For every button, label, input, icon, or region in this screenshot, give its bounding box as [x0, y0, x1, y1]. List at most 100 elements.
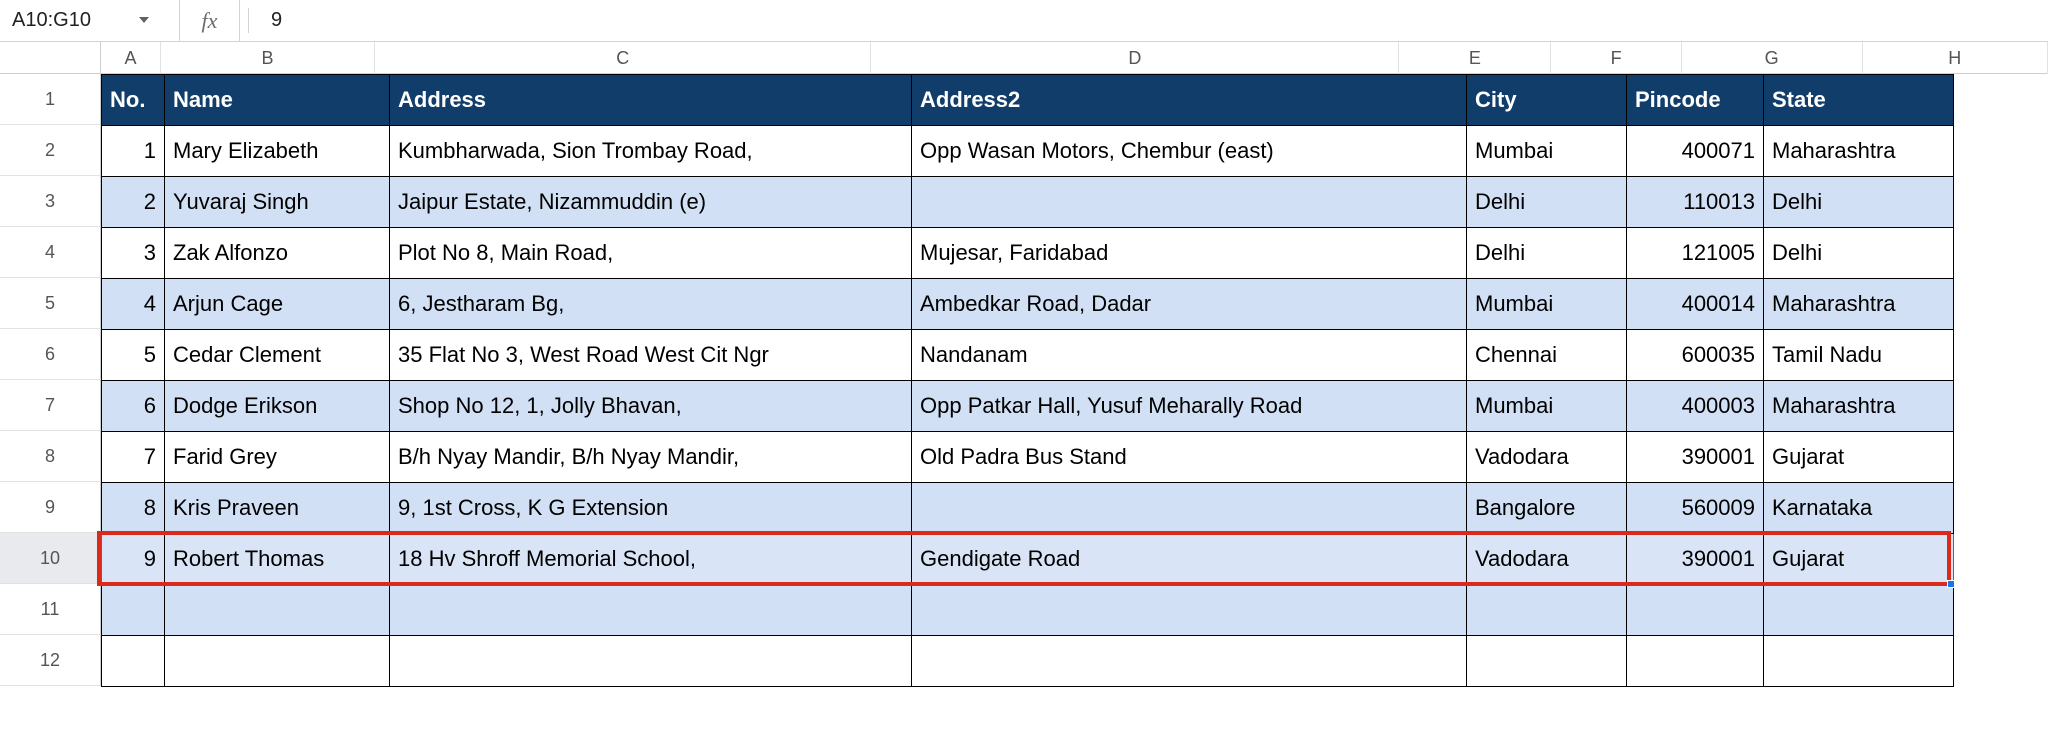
selection-handle[interactable] — [1947, 580, 1955, 588]
hdr-pincode[interactable]: Pincode — [1627, 75, 1764, 126]
cell-E12[interactable] — [1467, 636, 1627, 687]
cell-A9[interactable]: 8 — [102, 483, 165, 534]
row-header-2[interactable]: 2 — [0, 125, 101, 176]
cell-G3[interactable]: Delhi — [1764, 177, 1954, 228]
cell-G8[interactable]: Gujarat — [1764, 432, 1954, 483]
row-header-10[interactable]: 10 — [0, 533, 101, 584]
cell-F11[interactable] — [1627, 585, 1764, 636]
cell-E4[interactable]: Delhi — [1467, 228, 1627, 279]
cell-E5[interactable]: Mumbai — [1467, 279, 1627, 330]
cell-C7[interactable]: Shop No 12, 1, Jolly Bhavan, — [390, 381, 912, 432]
cell-E9[interactable]: Bangalore — [1467, 483, 1627, 534]
cell-B2[interactable]: Mary Elizabeth — [165, 126, 390, 177]
cell-D10[interactable]: Gendigate Road — [912, 534, 1467, 585]
hdr-city[interactable]: City — [1467, 75, 1627, 126]
row-header-4[interactable]: 4 — [0, 227, 101, 278]
cell-G10[interactable]: Gujarat — [1764, 534, 1954, 585]
cell-F8[interactable]: 390001 — [1627, 432, 1764, 483]
cell-A11[interactable] — [102, 585, 165, 636]
cell-D2[interactable]: Opp Wasan Motors, Chembur (east) — [912, 126, 1467, 177]
cell-E11[interactable] — [1467, 585, 1627, 636]
cell-G7[interactable]: Maharashtra — [1764, 381, 1954, 432]
row-header-3[interactable]: 3 — [0, 176, 101, 227]
cell-A12[interactable] — [102, 636, 165, 687]
cell-E10[interactable]: Vadodara — [1467, 534, 1627, 585]
cell-D6[interactable]: Nandanam — [912, 330, 1467, 381]
cell-A8[interactable]: 7 — [102, 432, 165, 483]
col-header-D[interactable]: D — [871, 42, 1399, 74]
cell-C12[interactable] — [390, 636, 912, 687]
cell-B5[interactable]: Arjun Cage — [165, 279, 390, 330]
cell-C9[interactable]: 9, 1st Cross, K G Extension — [390, 483, 912, 534]
cell-A2[interactable]: 1 — [102, 126, 165, 177]
name-box-input[interactable] — [10, 6, 130, 36]
cell-B11[interactable] — [165, 585, 390, 636]
cell-C8[interactable]: B/h Nyay Mandir, B/h Nyay Mandir, — [390, 432, 912, 483]
select-all-corner[interactable] — [0, 42, 101, 74]
row-header-1[interactable]: 1 — [0, 74, 101, 125]
cell-G4[interactable]: Delhi — [1764, 228, 1954, 279]
cell-C2[interactable]: Kumbharwada, Sion Trombay Road, — [390, 126, 912, 177]
col-header-H[interactable]: H — [1863, 42, 2048, 74]
col-header-F[interactable]: F — [1551, 42, 1681, 74]
cell-C6[interactable]: 35 Flat No 3, West Road West Cit Ngr — [390, 330, 912, 381]
cell-B7[interactable]: Dodge Erikson — [165, 381, 390, 432]
row-header-5[interactable]: 5 — [0, 278, 101, 329]
cell-F4[interactable]: 121005 — [1627, 228, 1764, 279]
cell-F7[interactable]: 400003 — [1627, 381, 1764, 432]
cell-E6[interactable]: Chennai — [1467, 330, 1627, 381]
cell-D4[interactable]: Mujesar, Faridabad — [912, 228, 1467, 279]
row-header-7[interactable]: 7 — [0, 380, 101, 431]
cell-F2[interactable]: 400071 — [1627, 126, 1764, 177]
col-header-C[interactable]: C — [375, 42, 871, 74]
cell-F10[interactable]: 390001 — [1627, 534, 1764, 585]
cell-A5[interactable]: 4 — [102, 279, 165, 330]
col-header-G[interactable]: G — [1682, 42, 1863, 74]
cell-G12[interactable] — [1764, 636, 1954, 687]
cell-D11[interactable] — [912, 585, 1467, 636]
col-header-E[interactable]: E — [1399, 42, 1551, 74]
cell-C4[interactable]: Plot No 8, Main Road, — [390, 228, 912, 279]
cell-B3[interactable]: Yuvaraj Singh — [165, 177, 390, 228]
col-header-B[interactable]: B — [161, 42, 375, 74]
cell-D9[interactable] — [912, 483, 1467, 534]
name-box-dropdown-icon[interactable] — [130, 9, 150, 32]
cell-D8[interactable]: Old Padra Bus Stand — [912, 432, 1467, 483]
cell-A6[interactable]: 5 — [102, 330, 165, 381]
name-box[interactable] — [0, 0, 180, 41]
cell-A10[interactable]: 9 — [102, 534, 165, 585]
cell-D7[interactable]: Opp Patkar Hall, Yusuf Meharally Road — [912, 381, 1467, 432]
cell-E2[interactable]: Mumbai — [1467, 126, 1627, 177]
cell-F6[interactable]: 600035 — [1627, 330, 1764, 381]
cell-E3[interactable]: Delhi — [1467, 177, 1627, 228]
cell-A4[interactable]: 3 — [102, 228, 165, 279]
cell-B4[interactable]: Zak Alfonzo — [165, 228, 390, 279]
hdr-address[interactable]: Address — [390, 75, 912, 126]
col-header-A[interactable]: A — [101, 42, 161, 74]
cell-D12[interactable] — [912, 636, 1467, 687]
cell-B9[interactable]: Kris Praveen — [165, 483, 390, 534]
cell-C5[interactable]: 6, Jestharam Bg, — [390, 279, 912, 330]
cell-B8[interactable]: Farid Grey — [165, 432, 390, 483]
cell-B10[interactable]: Robert Thomas — [165, 534, 390, 585]
cell-E8[interactable]: Vadodara — [1467, 432, 1627, 483]
cell-B12[interactable] — [165, 636, 390, 687]
row-header-8[interactable]: 8 — [0, 431, 101, 482]
cell-G11[interactable] — [1764, 585, 1954, 636]
cell-A7[interactable]: 6 — [102, 381, 165, 432]
cell-B6[interactable]: Cedar Clement — [165, 330, 390, 381]
row-header-6[interactable]: 6 — [0, 329, 101, 380]
hdr-address2[interactable]: Address2 — [912, 75, 1467, 126]
row-header-11[interactable]: 11 — [0, 584, 101, 635]
cell-G5[interactable]: Maharashtra — [1764, 279, 1954, 330]
cell-F9[interactable]: 560009 — [1627, 483, 1764, 534]
cell-D3[interactable] — [912, 177, 1467, 228]
cell-D5[interactable]: Ambedkar Road, Dadar — [912, 279, 1467, 330]
cell-G6[interactable]: Tamil Nadu — [1764, 330, 1954, 381]
row-header-9[interactable]: 9 — [0, 482, 101, 533]
cell-E7[interactable]: Mumbai — [1467, 381, 1627, 432]
cell-G9[interactable]: Karnataka — [1764, 483, 1954, 534]
cell-C11[interactable] — [390, 585, 912, 636]
cell-F5[interactable]: 400014 — [1627, 279, 1764, 330]
cell-C3[interactable]: Jaipur Estate, Nizammuddin (e) — [390, 177, 912, 228]
